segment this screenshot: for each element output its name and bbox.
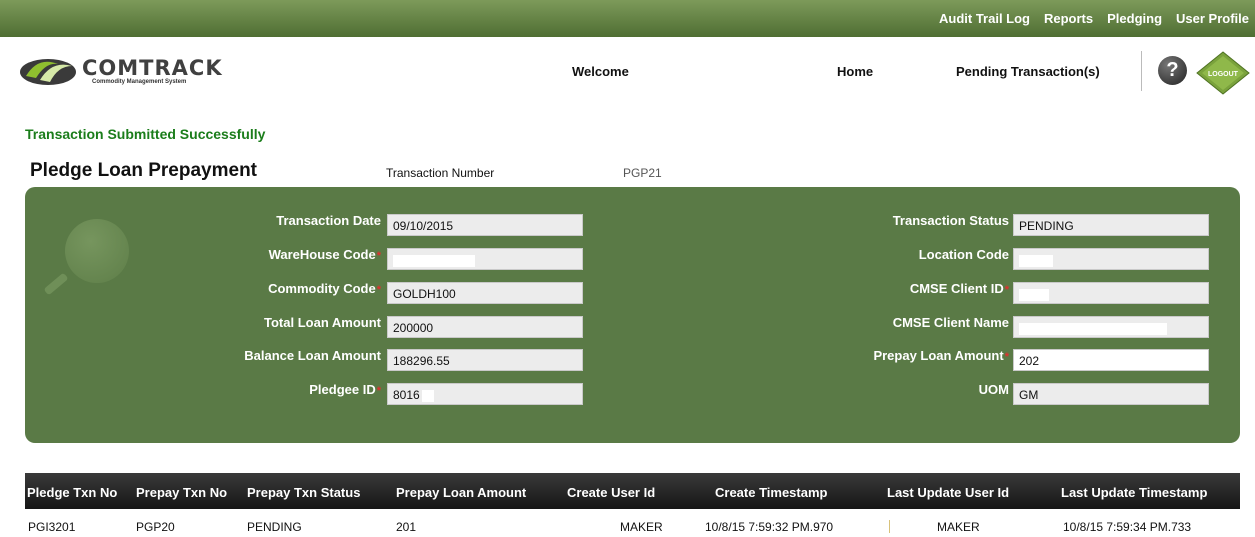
cell-last-update-timestamp: 10/8/15 7:59:34 PM.733 [1063,520,1192,534]
commodity-code-label: Commodity Code* [205,281,381,296]
label-text: Commodity Code [268,281,376,296]
cell-prepay-txn-status: PENDING [247,520,302,534]
menu-audit-trail-log[interactable]: Audit Trail Log [939,11,1030,26]
transaction-number-value: PGP21 [623,166,662,180]
logo-name: COMTRACK [82,56,223,80]
logout-label: LOGOUT [1208,71,1239,78]
logo-tagline: Commodity Management System [92,79,187,85]
label-text: Location Code [918,247,1009,262]
transaction-status-label: Transaction Status [825,213,1009,228]
prepay-loan-amount-input[interactable]: 202 [1013,349,1209,371]
required-asterisk: * [1004,284,1009,296]
col-prepay-txn-no[interactable]: Prepay Txn No [136,485,227,500]
logo-emblem-icon [20,59,76,85]
cell-last-update-user-id: MAKER [937,520,980,534]
comtrack-logo: COMTRACK Commodity Management System [18,54,233,88]
cmse-client-name-field[interactable] [1013,316,1209,338]
cmse-client-id-field[interactable] [1013,282,1209,304]
label-text: Transaction Status [892,213,1009,228]
cmse-client-id-label: CMSE Client ID* [825,281,1009,296]
col-prepay-txn-status[interactable]: Prepay Txn Status [247,485,360,500]
transaction-status-field[interactable]: PENDING [1013,214,1209,236]
label-text: Transaction Date [276,213,381,228]
redacted-value [393,254,475,267]
page-title: Pledge Loan Prepayment [30,160,258,181]
top-menu-bar: Audit Trail Log Reports Pledging User Pr… [0,0,1255,37]
pledge-form-panel: Transaction Date 09/10/2015 WareHouse Co… [25,187,1240,443]
cell-create-timestamp: 10/8/15 7:59:32 PM.970 [705,520,834,534]
pledgee-id-value: 8016 [393,388,420,402]
label-text: Prepay Loan Amount [873,348,1004,363]
total-loan-amount-label: Total Loan Amount [205,315,381,330]
required-asterisk: * [376,385,381,397]
label-text: Total Loan Amount [264,315,381,330]
transaction-date-field[interactable]: 09/10/2015 [387,214,583,236]
cell-prepay-loan-amount: 201 [396,520,417,534]
help-icon[interactable]: ? [1158,56,1187,85]
col-pledge-txn-no[interactable]: Pledge Txn No [27,485,117,500]
cell-create-user-id: MAKER [620,520,663,534]
pledgee-id-field[interactable]: 8016 [387,383,583,405]
pledgee-id-label: Pledgee ID* [205,382,381,397]
magnifier-icon [65,219,129,283]
uom-field[interactable]: GM [1013,383,1209,405]
warehouse-code-label: WareHouse Code* [205,247,381,262]
table-header: Pledge Txn No Prepay Txn No Prepay Txn S… [25,473,1240,509]
transaction-number-label: Transaction Number [386,166,495,180]
redacted-value [421,389,434,402]
top-menu: Audit Trail Log Reports Pledging User Pr… [939,11,1249,26]
redacted-value [1019,288,1049,301]
header-divider [1141,51,1142,91]
label-text: WareHouse Code [268,247,376,262]
col-create-user-id[interactable]: Create User Id [567,485,655,500]
logout-button[interactable]: LOGOUT [1196,51,1250,95]
cell-prepay-txn-no: PGP20 [136,520,175,534]
redacted-value [1019,322,1167,335]
commodity-code-field[interactable]: GOLDH100 [387,282,583,304]
menu-user-profile[interactable]: User Profile [1176,11,1249,26]
transaction-date-label: Transaction Date [205,213,381,228]
cell-separator [889,520,890,533]
home-link[interactable]: Home [837,64,873,79]
label-text: CMSE Client ID [909,281,1004,296]
col-prepay-loan-amount[interactable]: Prepay Loan Amount [396,485,526,500]
cell-pledge-txn-no: PGI3201 [28,520,76,534]
required-asterisk: * [376,284,381,296]
balance-loan-amount-field[interactable]: 188296.55 [387,349,583,371]
uom-label: UOM [825,382,1009,397]
col-last-update-timestamp[interactable]: Last Update Timestamp [1061,485,1207,500]
required-asterisk: * [1004,351,1009,363]
magnifier-handle [43,272,69,296]
label-text: Pledgee ID [309,382,376,397]
cmse-client-name-label: CMSE Client Name [825,315,1009,330]
label-text: UOM [978,382,1009,397]
menu-reports[interactable]: Reports [1044,11,1093,26]
warehouse-code-field[interactable] [387,248,583,270]
label-text: CMSE Client Name [892,315,1009,330]
pending-transactions-link[interactable]: Pending Transaction(s) [956,64,1100,79]
col-last-update-user-id[interactable]: Last Update User Id [887,485,1009,500]
header: COMTRACK Commodity Management System Wel… [0,37,1255,107]
menu-pledging[interactable]: Pledging [1107,11,1162,26]
welcome-text: Welcome [572,64,629,79]
location-code-label: Location Code [825,247,1009,262]
location-code-field[interactable] [1013,248,1209,270]
redacted-value [1019,254,1053,267]
label-text: Balance Loan Amount [244,348,381,363]
prepay-loan-amount-label: Prepay Loan Amount* [825,348,1009,363]
col-create-timestamp[interactable]: Create Timestamp [715,485,827,500]
success-message: Transaction Submitted Successfully [25,126,266,142]
required-asterisk: * [376,250,381,262]
balance-loan-amount-label: Balance Loan Amount [205,348,381,363]
total-loan-amount-field[interactable]: 200000 [387,316,583,338]
